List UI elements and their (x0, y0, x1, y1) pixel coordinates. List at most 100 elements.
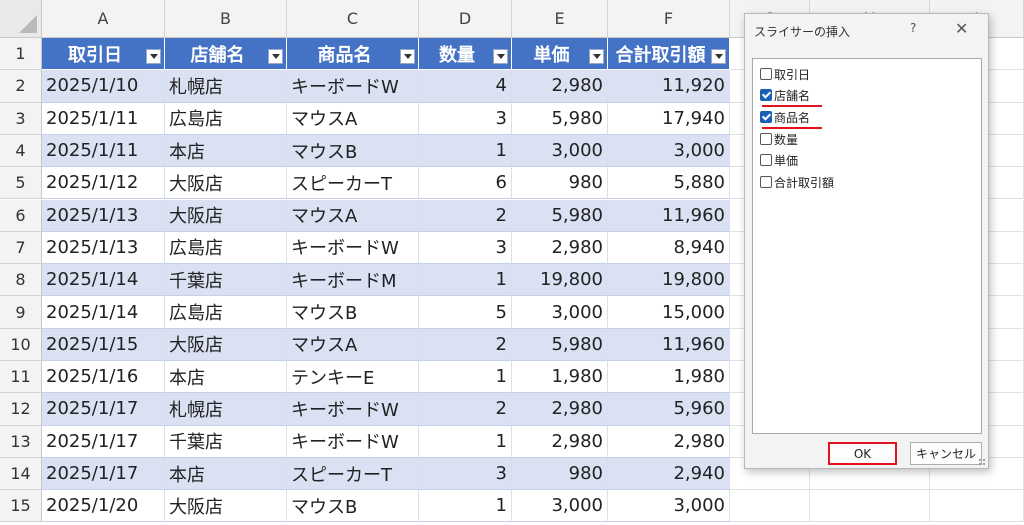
filter-dropdown-icon[interactable] (400, 49, 415, 65)
field-option[interactable]: 単価 (760, 152, 798, 168)
help-icon[interactable]: ? (910, 21, 916, 35)
row-header-6[interactable]: 6 (0, 199, 42, 232)
table-cell[interactable]: 980 (512, 167, 608, 200)
table-cell[interactable]: マウスA (287, 328, 419, 361)
table-cell[interactable]: 3,000 (512, 134, 608, 168)
table-cell[interactable]: 2025/1/13 (42, 199, 165, 232)
table-cell[interactable]: 2025/1/12 (42, 167, 165, 200)
table-cell[interactable]: 本店 (165, 457, 287, 491)
table-cell[interactable]: 8,940 (608, 231, 730, 265)
row-header-15[interactable]: 15 (0, 490, 42, 523)
table-cell[interactable]: マウスB (287, 490, 419, 523)
table-cell[interactable]: マウスB (287, 296, 419, 329)
table-cell[interactable]: テンキーE (287, 361, 419, 394)
table-cell[interactable]: 15,000 (608, 296, 730, 329)
row-header-7[interactable]: 7 (0, 231, 42, 265)
table-cell[interactable]: 1 (419, 425, 512, 458)
checkbox-unchecked-icon[interactable] (760, 133, 772, 145)
column-header-d[interactable]: D (419, 0, 512, 38)
table-cell[interactable]: 5 (419, 296, 512, 329)
table-cell[interactable]: 広島店 (165, 231, 287, 265)
table-cell[interactable]: 2025/1/13 (42, 231, 165, 265)
table-cell[interactable]: 19,800 (608, 264, 730, 297)
empty-cell[interactable] (810, 490, 930, 523)
table-cell[interactable]: 2,980 (512, 393, 608, 426)
table-header-cell[interactable]: 取引日 (42, 38, 165, 71)
row-header-14[interactable]: 14 (0, 457, 42, 491)
filter-dropdown-icon[interactable] (589, 49, 604, 65)
table-header-cell[interactable]: 合計取引額 (608, 38, 730, 71)
table-cell[interactable]: 1 (419, 134, 512, 168)
table-header-cell[interactable]: 単価 (512, 38, 608, 71)
table-cell[interactable]: 千葉店 (165, 264, 287, 297)
checkbox-checked-icon[interactable] (760, 111, 772, 123)
field-option[interactable]: 合計取引額 (760, 174, 834, 190)
table-cell[interactable]: 2025/1/17 (42, 457, 165, 491)
table-cell[interactable]: 5,980 (512, 102, 608, 135)
table-cell[interactable]: 2,980 (512, 425, 608, 458)
row-header-5[interactable]: 5 (0, 167, 42, 200)
checkbox-unchecked-icon[interactable] (760, 68, 772, 80)
row-header-9[interactable]: 9 (0, 296, 42, 329)
table-cell[interactable]: 大阪店 (165, 328, 287, 361)
table-cell[interactable]: 2 (419, 328, 512, 361)
table-cell[interactable]: キーボードW (287, 393, 419, 426)
table-cell[interactable]: 6 (419, 167, 512, 200)
table-cell[interactable]: 5,960 (608, 393, 730, 426)
table-cell[interactable]: 広島店 (165, 102, 287, 135)
table-header-cell[interactable]: 商品名 (287, 38, 419, 71)
close-icon[interactable]: ✕ (955, 19, 968, 38)
table-cell[interactable]: 1 (419, 361, 512, 394)
table-cell[interactable]: 4 (419, 70, 512, 103)
table-cell[interactable]: 2 (419, 393, 512, 426)
checkbox-unchecked-icon[interactable] (760, 176, 772, 188)
table-cell[interactable]: キーボードW (287, 70, 419, 103)
row-header-10[interactable]: 10 (0, 328, 42, 361)
field-option[interactable]: 店舗名 (760, 87, 810, 103)
table-cell[interactable]: 11,920 (608, 70, 730, 103)
table-cell[interactable]: キーボードW (287, 231, 419, 265)
checkbox-unchecked-icon[interactable] (760, 154, 772, 166)
field-option[interactable]: 取引日 (760, 66, 810, 82)
row-header-3[interactable]: 3 (0, 102, 42, 135)
table-cell[interactable]: 本店 (165, 361, 287, 394)
table-cell[interactable]: 3,000 (608, 134, 730, 168)
table-cell[interactable]: 3,000 (512, 296, 608, 329)
table-cell[interactable]: 広島店 (165, 296, 287, 329)
empty-cell[interactable] (730, 490, 810, 523)
checkbox-checked-icon[interactable] (760, 89, 772, 101)
table-cell[interactable]: 2025/1/11 (42, 134, 165, 168)
field-option[interactable]: 商品名 (760, 109, 810, 125)
table-cell[interactable]: 5,880 (608, 167, 730, 200)
row-header-4[interactable]: 4 (0, 134, 42, 168)
table-cell[interactable]: 2,940 (608, 457, 730, 491)
table-cell[interactable]: 札幌店 (165, 393, 287, 426)
table-cell[interactable]: 2025/1/10 (42, 70, 165, 103)
table-cell[interactable]: 1 (419, 264, 512, 297)
filter-dropdown-icon[interactable] (711, 49, 726, 65)
table-cell[interactable]: 3 (419, 457, 512, 491)
resize-grip-icon[interactable] (978, 458, 986, 466)
table-cell[interactable]: 2025/1/14 (42, 296, 165, 329)
table-cell[interactable]: 2025/1/17 (42, 425, 165, 458)
table-cell[interactable]: 3 (419, 102, 512, 135)
column-header-b[interactable]: B (165, 0, 287, 38)
table-cell[interactable]: 2025/1/17 (42, 393, 165, 426)
table-cell[interactable]: 2,980 (512, 231, 608, 265)
table-cell[interactable]: 1,980 (608, 361, 730, 394)
table-cell[interactable]: 大阪店 (165, 199, 287, 232)
row-header-2[interactable]: 2 (0, 70, 42, 103)
table-cell[interactable]: 2025/1/14 (42, 264, 165, 297)
table-cell[interactable]: スピーカーT (287, 457, 419, 491)
table-cell[interactable]: 2025/1/15 (42, 328, 165, 361)
table-cell[interactable]: 11,960 (608, 199, 730, 232)
empty-cell[interactable] (930, 490, 1024, 523)
table-cell[interactable]: 3,000 (608, 490, 730, 523)
table-cell[interactable]: 1 (419, 490, 512, 523)
table-cell[interactable]: 1,980 (512, 361, 608, 394)
table-cell[interactable]: 2025/1/11 (42, 102, 165, 135)
table-header-cell[interactable]: 店舗名 (165, 38, 287, 71)
table-cell[interactable]: 980 (512, 457, 608, 491)
filter-dropdown-icon[interactable] (146, 49, 161, 65)
table-cell[interactable]: 3 (419, 231, 512, 265)
